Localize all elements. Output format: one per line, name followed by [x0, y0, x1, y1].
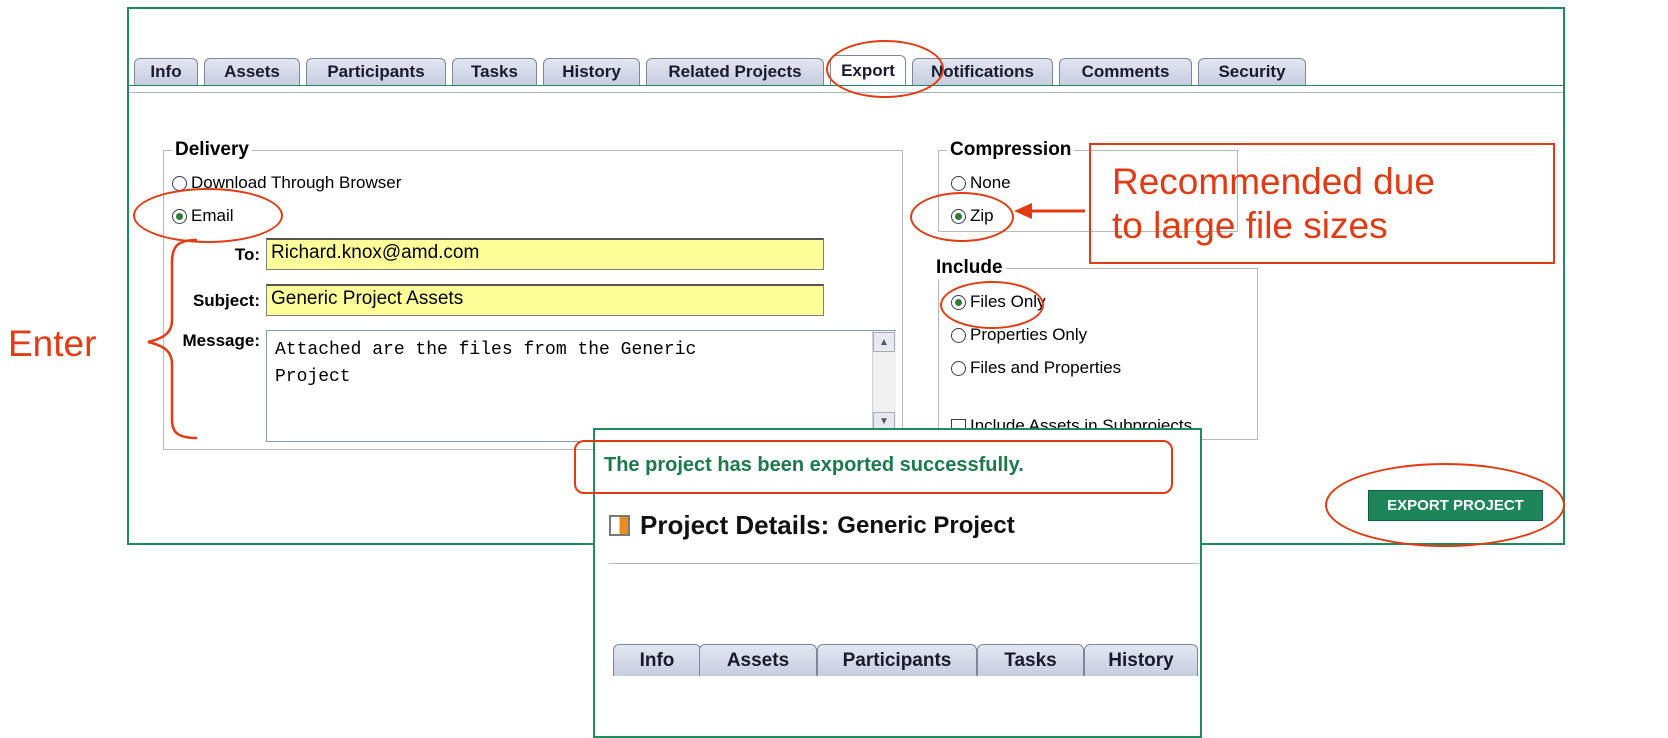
arrow-to-zip-head — [1014, 203, 1032, 219]
annotation-arrows — [147, 203, 1085, 440]
brace-shape — [147, 238, 198, 440]
